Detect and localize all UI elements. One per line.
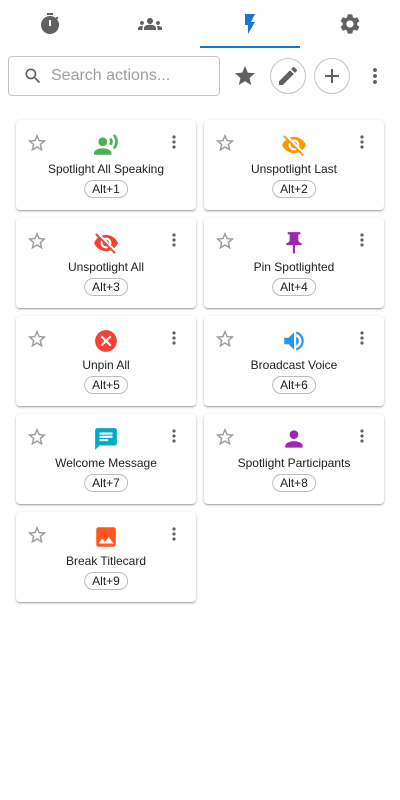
push-pin-icon <box>281 230 307 256</box>
shortcut-chip: Alt+5 <box>84 376 128 394</box>
pencil-icon <box>279 66 298 85</box>
edit-button[interactable] <box>270 58 306 94</box>
star-outline-icon <box>27 525 47 544</box>
card-menu-button[interactable] <box>164 328 184 348</box>
shortcut-chip: Alt+3 <box>84 278 128 296</box>
more-vert-icon <box>360 331 364 345</box>
more-options-button[interactable] <box>357 58 393 94</box>
tab-timer[interactable] <box>0 0 100 48</box>
cancel-icon <box>93 328 119 354</box>
favorite-toggle[interactable] <box>26 132 48 154</box>
image-icon <box>93 524 119 550</box>
card-menu-button[interactable] <box>164 426 184 446</box>
favorite-toggle[interactable] <box>214 230 236 252</box>
star-outline-icon <box>27 231 47 250</box>
toolbar <box>0 56 400 96</box>
more-vert-icon <box>172 429 176 443</box>
action-card[interactable]: Spotlight All Speaking Alt+1 <box>16 120 196 210</box>
tab-settings[interactable] <box>300 0 400 48</box>
tab-actions[interactable] <box>200 0 300 48</box>
more-vert-icon <box>360 135 364 149</box>
card-menu-button[interactable] <box>352 230 372 250</box>
tab-participants[interactable] <box>100 0 200 48</box>
volume-up-icon <box>281 328 307 354</box>
bolt-icon <box>245 14 255 34</box>
shortcut-chip: Alt+2 <box>272 180 316 198</box>
star-icon <box>235 66 255 85</box>
visibility-off-icon <box>93 230 119 256</box>
action-card[interactable]: Broadcast Voice Alt+6 <box>204 316 384 406</box>
favorite-toggle[interactable] <box>26 524 48 546</box>
action-card[interactable]: Pin Spotlighted Alt+4 <box>204 218 384 308</box>
shortcut-chip: Alt+9 <box>84 572 128 590</box>
action-label: Spotlight Participants <box>237 456 351 470</box>
action-card[interactable]: Unspotlight Last Alt+2 <box>204 120 384 210</box>
search-icon <box>25 68 41 84</box>
card-menu-button[interactable] <box>164 132 184 152</box>
card-menu-button[interactable] <box>164 524 184 544</box>
action-label: Unspotlight All <box>67 260 145 274</box>
star-outline-icon <box>27 133 47 152</box>
search-input[interactable] <box>51 67 211 85</box>
search-box <box>8 56 220 96</box>
star-outline-icon <box>27 329 47 348</box>
card-menu-button[interactable] <box>164 230 184 250</box>
tab-bar <box>0 0 400 48</box>
favorites-filter-button[interactable] <box>227 58 263 94</box>
action-card[interactable]: Spotlight Participants Alt+8 <box>204 414 384 504</box>
action-label: Break Titlecard <box>65 554 147 568</box>
shortcut-chip: Alt+8 <box>272 474 316 492</box>
favorite-toggle[interactable] <box>26 426 48 448</box>
action-card[interactable]: Unspotlight All Alt+3 <box>16 218 196 308</box>
favorite-toggle[interactable] <box>214 426 236 448</box>
favorite-toggle[interactable] <box>214 328 236 350</box>
more-vert-icon <box>172 331 176 345</box>
more-vert-icon <box>373 68 377 84</box>
more-vert-icon <box>172 527 176 541</box>
action-card[interactable]: Welcome Message Alt+7 <box>16 414 196 504</box>
star-outline-icon <box>27 427 47 446</box>
star-outline-icon <box>215 231 235 250</box>
gear-icon <box>340 14 360 34</box>
action-label: Unspotlight Last <box>250 162 338 176</box>
person-icon <box>281 426 307 452</box>
shortcut-chip: Alt+1 <box>84 180 128 198</box>
group-icon <box>138 18 162 30</box>
favorite-toggle[interactable] <box>214 132 236 154</box>
card-menu-button[interactable] <box>352 132 372 152</box>
card-menu-button[interactable] <box>352 328 372 348</box>
star-outline-icon <box>215 427 235 446</box>
action-label: Spotlight All Speaking <box>47 162 165 176</box>
action-label: Pin Spotlighted <box>253 260 335 274</box>
action-label: Unpin All <box>82 358 130 372</box>
star-outline-icon <box>215 329 235 348</box>
shortcut-chip: Alt+6 <box>272 376 316 394</box>
more-vert-icon <box>172 233 176 247</box>
timer-icon <box>41 13 59 34</box>
favorite-toggle[interactable] <box>26 328 48 350</box>
star-outline-icon <box>215 133 235 152</box>
actions-grid: Spotlight All Speaking Alt+1 Unspotlight L… <box>16 120 384 602</box>
action-label: Welcome Message <box>55 456 157 470</box>
more-vert-icon <box>172 135 176 149</box>
more-vert-icon <box>360 429 364 443</box>
favorite-toggle[interactable] <box>26 230 48 252</box>
plus-icon <box>325 69 339 83</box>
action-card[interactable]: Break Titlecard Alt+9 <box>16 512 196 602</box>
action-label: Broadcast Voice <box>250 358 338 372</box>
shortcut-chip: Alt+4 <box>272 278 316 296</box>
shortcut-chip: Alt+7 <box>84 474 128 492</box>
chat-icon <box>93 426 119 452</box>
card-menu-button[interactable] <box>352 426 372 446</box>
more-vert-icon <box>360 233 364 247</box>
record-voice-icon <box>93 132 119 158</box>
action-card[interactable]: Unpin All Alt+5 <box>16 316 196 406</box>
visibility-off-icon <box>281 132 307 158</box>
add-action-button[interactable] <box>314 58 350 94</box>
